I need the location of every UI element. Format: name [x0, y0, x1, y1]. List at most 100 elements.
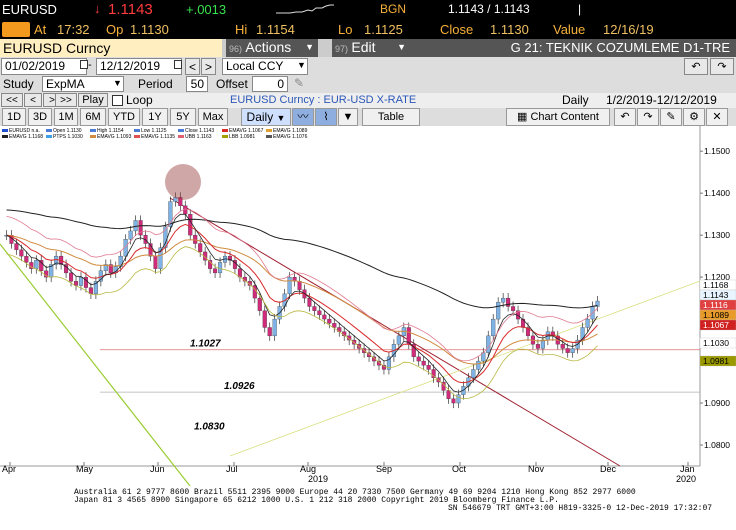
first-button[interactable]: << — [1, 93, 23, 107]
period-button-1y[interactable]: 1Y — [142, 108, 168, 126]
loop-checkbox[interactable] — [112, 95, 123, 106]
caret-down-icon: ▼ — [276, 113, 286, 123]
edit-menu-button[interactable]: 97) Edit ▼ — [332, 39, 410, 57]
frequency-select[interactable]: Daily ▼ — [241, 108, 291, 126]
candle — [272, 318, 277, 337]
trend-line-yellow — [229, 280, 701, 457]
chart-area[interactable]: 1.1027 1.0926 1.0830 1.1500 1.1400 1.1300 1.12… — [0, 126, 736, 486]
price-tag-label: 1.1116 — [703, 300, 728, 310]
frequency-value: Daily — [246, 110, 274, 124]
close-label: Close — [440, 22, 474, 37]
year-label: 2020 — [676, 474, 696, 484]
redo-icon[interactable]: ↷ — [637, 108, 659, 126]
candle — [83, 276, 88, 288]
security-field[interactable]: EURUSD Curncy — [0, 39, 222, 57]
candle — [183, 205, 188, 215]
x-tick-label: Jun — [150, 464, 165, 474]
settings-icon[interactable]: ⚙ — [683, 108, 705, 126]
y-tick-label: 1.0900 — [704, 398, 730, 408]
end-date-field[interactable]: 12/12/2019 — [96, 58, 182, 75]
legend-item: UBB 1.1163 — [178, 134, 212, 140]
candle — [496, 302, 501, 320]
at-label: At — [34, 22, 47, 37]
quote-time: 17:32 — [57, 22, 90, 37]
caret-down-icon: ▼ — [397, 42, 406, 52]
candle — [69, 272, 74, 282]
low-value: 1.1125 — [364, 22, 403, 37]
candle — [193, 234, 198, 244]
date-range-label: 1/2/2019-12/12/2019 — [606, 93, 717, 107]
redo-icon[interactable]: ↷ — [710, 58, 734, 75]
study-select[interactable]: ExpMA — [42, 76, 124, 92]
frequency-label: Daily — [562, 93, 589, 107]
chart-content-button[interactable]: ▦ Chart Content — [506, 108, 610, 126]
period-button-6m[interactable]: 6M — [80, 108, 106, 126]
x-tick-label: May — [76, 464, 94, 474]
candle — [78, 276, 84, 286]
session-info: SN 546679 TRT GMT+3:00 H819-3325-0 12-De… — [448, 504, 713, 513]
undo-icon[interactable]: ↶ — [614, 108, 636, 126]
draw-tool-icon[interactable]: ⌇ — [315, 108, 337, 126]
candle — [486, 335, 491, 353]
date-bar: 01/02/2019 - 12/12/2019 < > Local CCY ▼ … — [0, 57, 736, 76]
table-button[interactable]: Table — [362, 108, 420, 126]
gauge-icon — [2, 22, 30, 37]
y-tick-label: 1.0800 — [704, 440, 730, 450]
period-button-max[interactable]: Max — [198, 108, 228, 126]
currency-select[interactable]: Local CCY — [222, 58, 308, 75]
price-tag-label: 1.1030 — [703, 338, 729, 348]
legend-item: LBB 1.0981 — [222, 134, 255, 140]
candle — [153, 255, 158, 269]
candle — [73, 281, 79, 286]
next-range-button[interactable]: > — [201, 58, 216, 75]
candle — [426, 365, 431, 370]
start-date-field[interactable]: 01/02/2019 — [1, 58, 87, 75]
prev-range-button[interactable]: < — [185, 58, 200, 75]
close-icon[interactable]: ✕ — [706, 108, 728, 126]
price-tag-label: 1.1143 — [703, 290, 729, 300]
caret-down-icon[interactable]: ▼ — [113, 78, 122, 88]
candle — [456, 394, 461, 404]
y-tick-label: 1.1300 — [704, 230, 730, 240]
period-button-1d[interactable]: 1D — [2, 108, 26, 126]
calendar-icon[interactable] — [174, 60, 182, 69]
offset-input[interactable]: 0 — [252, 76, 288, 92]
price-tag-label: 1.1168 — [703, 280, 729, 290]
period-label: Period — [138, 77, 173, 91]
play-button[interactable]: Play — [78, 93, 108, 107]
x-tick-label: Jul — [226, 464, 238, 474]
period-button-ytd[interactable]: YTD — [108, 108, 140, 126]
y-tick-label: 1.1500 — [704, 146, 730, 156]
last-button[interactable]: >> — [55, 93, 77, 107]
caret-down-icon[interactable]: ▼ — [338, 108, 358, 126]
candle — [24, 255, 29, 263]
caret-down-icon[interactable]: ▼ — [297, 60, 306, 70]
high-label: Hi — [235, 22, 248, 37]
line-tool-icon[interactable]: 〰 — [292, 108, 314, 126]
undo-icon[interactable]: ↶ — [684, 58, 708, 75]
candle — [19, 249, 24, 257]
period-button-5y[interactable]: 5Y — [170, 108, 196, 126]
level-label: 1.1027 — [190, 339, 221, 350]
source-code: BGN — [380, 2, 407, 16]
period-button-3d[interactable]: 3D — [28, 108, 52, 126]
period-input[interactable]: 50 — [186, 76, 208, 92]
low-label: Lo — [338, 22, 353, 37]
candle — [312, 306, 317, 311]
actions-menu-button[interactable]: 96) Actions ▼ — [226, 39, 318, 57]
period-button-1m[interactable]: 1M — [54, 108, 78, 126]
edit-icon[interactable]: ✎ — [660, 108, 682, 126]
calendar-icon[interactable] — [80, 60, 88, 69]
value-date: 12/16/19 — [603, 22, 654, 37]
candle — [476, 360, 481, 370]
candle — [218, 262, 223, 274]
pencil-icon[interactable]: ✎ — [294, 76, 304, 90]
legend-item: EMAVG 1.1135 — [134, 134, 175, 140]
candle — [213, 268, 218, 274]
legend-item: EMAVG 1.1093 — [90, 134, 131, 140]
price-chart[interactable]: 1.10271.09261.08301.15001.14001.13001.12… — [0, 126, 736, 486]
back-button[interactable]: < — [24, 93, 42, 107]
quote-bar: EURUSD ↓ 1.1143 +.0013 BGN 1.1143 / 1.11… — [0, 0, 736, 20]
high-value: 1.1154 — [256, 22, 295, 37]
candle — [540, 339, 545, 349]
